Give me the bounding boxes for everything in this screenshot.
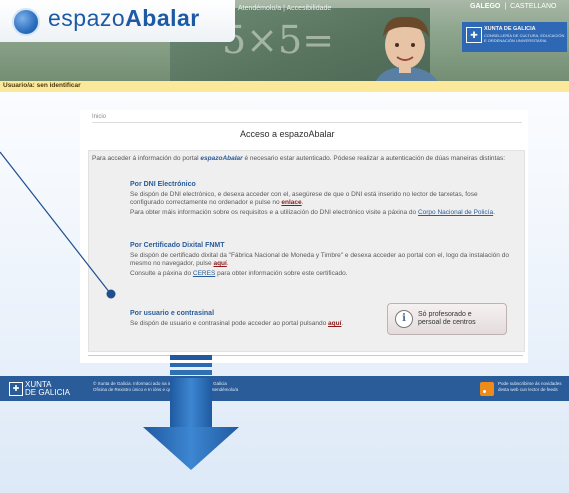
policia-link[interactable]: Corpo Nacional de Policía	[418, 209, 493, 216]
dni-paragraph-2: Para obter máis información sobre os req…	[130, 209, 510, 217]
top-nav-links[interactable]: Atendémolo/a | Accesibilidade	[238, 5, 331, 12]
lang-castellano-link[interactable]: CASTELLANO	[510, 3, 556, 10]
dni-p2-text: Para obter máis información sobre os req…	[130, 209, 418, 216]
userpass-paragraph: Se dispón de usuario e contrasinal pode …	[130, 320, 380, 328]
fnmt-p1-text: Se dispón de certificado dixital da "Fáb…	[130, 252, 509, 267]
ceres-link[interactable]: CERES	[193, 270, 215, 277]
user-status-bar: Usuario/a: sen identificar	[0, 81, 569, 92]
site-footer: ✚ XUNTA DE GALICIA © Xunta de Galicia. In…	[0, 376, 569, 401]
logo-bold: Abalar	[125, 5, 200, 31]
xunta-title: XUNTA DE GALICIA	[484, 26, 536, 32]
dni-heading: Por DNI Electrónico	[130, 181, 196, 188]
userpass-heading: Por usuario e contrasinal	[130, 310, 215, 317]
breadcrumb[interactable]: Inicio	[92, 114, 106, 120]
userpass-link[interactable]: aquí	[328, 320, 341, 327]
page-title: Acceso a espazoAbalar	[240, 129, 335, 139]
fnmt-p1-after: .	[226, 260, 229, 267]
rss-line2: desta web cun lector de feeds	[498, 387, 558, 392]
chalk-text: 5×5=	[222, 18, 335, 62]
staff-only-line1: Só profesorado e	[418, 311, 472, 318]
boy-photo	[373, 16, 441, 90]
staff-only-button[interactable]: i Só profesorado e persoal de centros	[387, 303, 507, 335]
fnmt-link[interactable]: aquí	[213, 260, 226, 267]
dni-p2-after: .	[493, 209, 495, 216]
language-switcher: GALEGO | CASTELLANO	[470, 3, 557, 10]
down-arrow-icon	[143, 355, 239, 470]
dni-paragraph-1: Se dispón de DNI electrónico, e desexa a…	[130, 191, 510, 207]
fnmt-paragraph-1: Se dispón de certificado dixital da "Fáb…	[130, 252, 510, 268]
content-bottom-rule	[88, 355, 523, 361]
xunta-header-logo[interactable]: ✚ XUNTA DE GALICIA CONSELLERÍA DE CULTUR…	[462, 22, 567, 52]
userpass-p1-after: .	[341, 320, 344, 327]
site-logo[interactable]: espazoAbalar	[48, 5, 200, 32]
footer-legal-text[interactable]: © Xunta de Galicia. Informaci ado na int…	[93, 381, 238, 393]
intro-bold: espazoAbalar	[200, 155, 243, 162]
fnmt-p2-text: Consulte a páxina do	[130, 270, 193, 277]
rss-icon[interactable]	[480, 382, 494, 396]
footer-line1: © Xunta de Galicia. Informaci ado na int…	[93, 381, 227, 386]
userpass-p1-text: Se dispón de usuario e contrasinal pode …	[130, 320, 329, 327]
dni-link[interactable]: enlace	[281, 199, 301, 206]
xunta-sub2: E ORDENACIÓN UNIVERSITARIA	[484, 38, 547, 43]
rss-text: Pode subscribirse ás novidades desta web …	[498, 381, 562, 393]
staff-only-line2: persoal de centros	[418, 319, 476, 326]
xunta-footer-mark-icon: ✚	[9, 382, 23, 396]
info-icon: i	[395, 310, 413, 328]
intro-after: é necesario estar autenticado. Pódese re…	[242, 155, 506, 162]
intro-before: Para acceder á información do portal	[92, 155, 201, 162]
rss-line1: Pode subscribirse ás novidades	[498, 381, 562, 386]
xunta-mark-icon: ✚	[466, 27, 482, 43]
lang-galego-link[interactable]: GALEGO	[470, 3, 500, 10]
espazoabalar-logo-icon	[12, 8, 40, 36]
fnmt-paragraph-2: Consulte a páxina do CERES para obter in…	[130, 270, 510, 278]
xunta-subtitle: CONSELLERÍA DE CULTURA, EDUCACIÓN E ORDEN…	[484, 33, 564, 43]
xunta-footer-line2: DE GALICIA	[25, 388, 70, 397]
intro-text: Para acceder á información do portal esp…	[92, 155, 517, 164]
xunta-footer-logo[interactable]: XUNTA DE GALICIA	[25, 381, 70, 397]
dni-p1-text: Se dispón de DNI electrónico, e desexa a…	[130, 191, 478, 206]
footer-line2: Oficina de Rexistro único e In ións e qu…	[93, 387, 239, 392]
divider	[92, 122, 522, 123]
staff-only-label: Só profesorado e persoal de centros	[418, 311, 476, 327]
dni-p1-after: .	[301, 199, 304, 206]
fnmt-heading: Por Certificado Dixital FNMT	[130, 242, 225, 249]
logo-prefix: espazo	[48, 5, 126, 31]
user-status-label: Usuario/a: sen identificar	[3, 82, 81, 89]
site-header: 5×5= espazoAbalar Atendémolo/a | Accesib…	[0, 0, 569, 90]
fnmt-p2-after: para obter información sobre este certif…	[215, 270, 348, 277]
